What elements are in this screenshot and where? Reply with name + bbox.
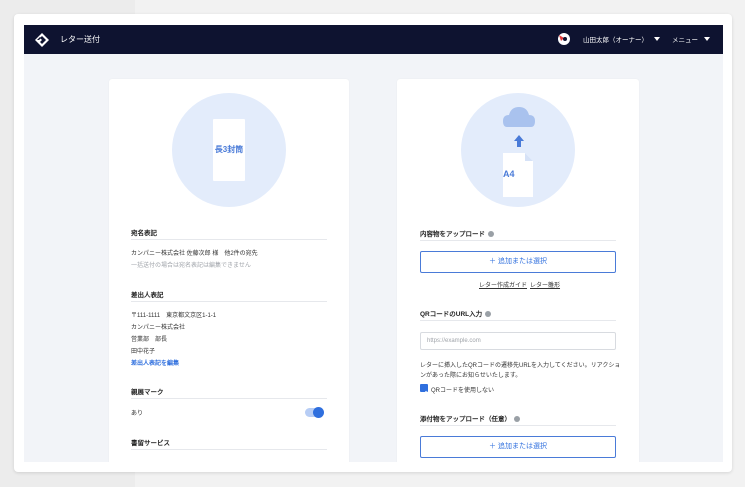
paper-size-label: A4 (503, 169, 515, 179)
sender-line: 田中花子 (131, 349, 156, 355)
paper-preview-circle: A4 (461, 93, 575, 207)
no-qr-checkbox-label[interactable]: QRコードを使用しない (431, 385, 494, 394)
qr-url-input[interactable]: https://example.com (420, 332, 616, 350)
qr-url-label: QRコードのURL入力 (420, 308, 492, 318)
upload-attachments-button[interactable]: ＋ 追加または選択 (420, 436, 616, 458)
chevron-down-icon (654, 37, 660, 41)
envelope-preview-circle: 長3封筒 (172, 93, 286, 207)
divider (131, 301, 327, 302)
chevron-down-icon (704, 37, 710, 41)
help-icon[interactable] (485, 311, 492, 317)
help-icon[interactable] (488, 231, 494, 237)
upload-attachments-label: 添付物をアップロード（任意） (420, 413, 520, 423)
edit-sender-link[interactable]: 差出人表記を編集 (131, 358, 179, 367)
letter-guide-link[interactable]: レター作成ガイド (479, 280, 527, 289)
recipient-note: 一括送付の場合は宛名表記は編集できません (131, 263, 251, 269)
contents-upload-card: A4 内容物をアップロード ＋ 追加または選択 レター作成ガイド レター雛形 Q… (397, 79, 639, 462)
qr-description: レターに挿入したQRコードの遷移先URLを入力してください。リアクショ (420, 363, 621, 369)
upload-document-icon (503, 107, 535, 197)
main-menu-button[interactable]: メニュー (672, 34, 710, 44)
user-avatar-icon[interactable] (557, 32, 571, 46)
qr-description: ンがあった際にお知らせいたします。 (420, 373, 522, 379)
check-icon (421, 390, 427, 396)
envelope-type-label: 長3封筒 (214, 145, 244, 154)
upload-contents-label: 内容物をアップロード (420, 228, 494, 238)
divider (131, 239, 327, 240)
sender-line: 〒111-1111 東京都文京区1-1-1 (131, 313, 217, 319)
envelope-settings-card: 長3封筒 宛名表記 カンパニー株式会社 佐藤次郎 様 他2件の宛先 一括送付の場… (109, 79, 349, 462)
menu-label: メニュー (672, 37, 698, 44)
user-name: 山田太郎（オーナー） (583, 37, 648, 44)
divider (420, 240, 616, 241)
letter-template-link[interactable]: レター雛形 (530, 280, 560, 289)
top-bar: レター送付 山田太郎（オーナー） メニュー (24, 25, 723, 54)
envelope-preview: 長3封筒 (213, 119, 245, 181)
recipient-text: カンパニー株式会社 佐藤次郎 様 他2件の宛先 (131, 251, 258, 257)
logo-icon[interactable] (34, 32, 50, 48)
seal-value: あり (131, 411, 144, 417)
toggle-knob (313, 407, 324, 418)
help-icon[interactable] (514, 416, 520, 422)
recipient-label: 宛名表記 (131, 230, 157, 237)
sender-line: 営業部 部長 (131, 337, 168, 343)
app-window: レター送付 山田太郎（オーナー） メニュー 長3封筒 宛名表記 カンパニー株式会… (24, 25, 723, 462)
divider (131, 398, 327, 399)
sender-line: カンパニー株式会社 (131, 325, 186, 331)
divider (420, 320, 616, 321)
seal-toggle[interactable] (305, 407, 324, 418)
app-title: レター送付 (60, 35, 100, 44)
divider (420, 425, 616, 426)
seal-label: 親展マーク (131, 389, 164, 396)
registered-mail-label: 書留サービス (131, 440, 170, 447)
no-qr-checkbox[interactable] (420, 384, 428, 396)
divider (131, 449, 327, 450)
upload-contents-button[interactable]: ＋ 追加または選択 (420, 251, 616, 273)
user-menu-button[interactable]: 山田太郎（オーナー） (583, 34, 660, 44)
sender-label: 差出人表記 (131, 292, 164, 299)
